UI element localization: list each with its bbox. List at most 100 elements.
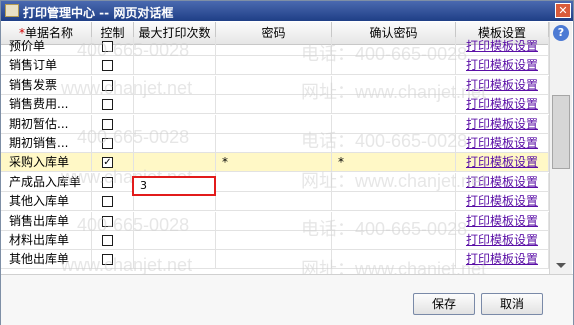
control-checkbox[interactable] (102, 235, 113, 246)
control-cell (92, 56, 134, 76)
control-checkbox[interactable] (102, 118, 113, 130)
password-cell[interactable] (216, 192, 332, 212)
doc-name-cell: 销售费用... (1, 95, 92, 115)
table-row[interactable]: 销售费用... 打印模板设置 (1, 95, 549, 115)
table-row[interactable]: 其他入库单 打印模板设置 (1, 192, 549, 212)
table-row[interactable]: 期初暂估... 打印模板设置 (1, 114, 549, 134)
template-settings-cell: 打印模板设置 (456, 250, 549, 270)
confirm-password-cell[interactable] (332, 250, 456, 270)
doc-name-cell: 销售发票 (1, 75, 92, 95)
scroll-down-icon[interactable] (556, 263, 566, 268)
scrollbar-thumb[interactable] (552, 95, 570, 169)
table-row[interactable]: 预价单 打印模板设置 (1, 37, 549, 56)
password-cell[interactable] (216, 172, 332, 192)
template-settings-cell: 打印模板设置 (456, 172, 549, 192)
max-prints-cell[interactable] (134, 250, 216, 270)
control-checkbox[interactable] (102, 176, 113, 188)
print-template-link[interactable]: 打印模板设置 (466, 117, 538, 131)
print-template-link[interactable]: 打印模板设置 (466, 175, 538, 189)
print-template-link[interactable]: 打印模板设置 (466, 252, 538, 266)
max-prints-cell[interactable] (134, 75, 216, 95)
confirm-password-cell[interactable] (332, 134, 456, 153)
max-prints-cell[interactable] (134, 95, 216, 115)
title-bar: 打印管理中心 -- 网页对话框 ✕ (1, 1, 573, 21)
table-row[interactable]: 产成品入库单 打印模板设置 (1, 172, 549, 192)
control-checkbox[interactable] (102, 99, 113, 111)
confirm-password-cell[interactable] (332, 75, 456, 95)
control-checkbox[interactable] (102, 60, 113, 72)
control-checkbox[interactable]: ✓ (102, 157, 113, 169)
control-cell (92, 172, 134, 192)
print-template-link[interactable]: 打印模板设置 (466, 58, 538, 72)
confirm-password-cell[interactable] (332, 114, 456, 134)
confirm-password-cell[interactable] (332, 95, 456, 115)
window-title: 打印管理中心 -- 网页对话框 (23, 6, 174, 20)
print-template-link[interactable]: 打印模板设置 (466, 155, 538, 169)
max-prints-cell[interactable] (134, 134, 216, 153)
control-checkbox[interactable] (102, 254, 113, 266)
table-row[interactable]: 材料出库单 打印模板设置 (1, 231, 549, 250)
max-prints-cell[interactable] (134, 153, 216, 173)
template-settings-cell: 打印模板设置 (456, 95, 549, 115)
print-template-link[interactable]: 打印模板设置 (466, 136, 538, 150)
vertical-scrollbar[interactable]: ? (549, 22, 572, 274)
save-button[interactable]: 保存 (413, 293, 475, 315)
print-template-link[interactable]: 打印模板设置 (466, 39, 538, 53)
table-row[interactable]: 销售订单 打印模板设置 (1, 56, 549, 76)
confirm-password-cell[interactable] (332, 211, 456, 231)
table-row[interactable]: 其他出库单 打印模板设置 (1, 250, 549, 270)
confirm-password-cell[interactable] (332, 56, 456, 76)
control-checkbox[interactable] (102, 215, 113, 227)
max-prints-cell[interactable] (134, 231, 216, 250)
template-settings-cell: 打印模板设置 (456, 37, 549, 56)
close-icon[interactable]: ✕ (555, 3, 571, 18)
print-template-link[interactable]: 打印模板设置 (466, 233, 538, 247)
help-icon[interactable]: ? (553, 25, 569, 41)
control-checkbox[interactable] (102, 41, 113, 52)
template-settings-cell: 打印模板设置 (456, 134, 549, 153)
dialog-window: 打印管理中心 -- 网页对话框 ✕ *单据名称 控制 最大打印次数 密码 确认密… (0, 0, 574, 325)
print-template-link[interactable]: 打印模板设置 (466, 194, 538, 208)
confirm-password-cell[interactable] (332, 192, 456, 212)
password-cell[interactable] (216, 250, 332, 270)
template-settings-cell: 打印模板设置 (456, 75, 549, 95)
table-row[interactable]: 期初销售... 打印模板设置 (1, 134, 549, 153)
confirm-password-cell[interactable] (332, 37, 456, 56)
control-cell (92, 250, 134, 270)
control-checkbox[interactable] (102, 196, 113, 208)
print-template-link[interactable]: 打印模板设置 (466, 97, 538, 111)
control-checkbox[interactable] (102, 138, 113, 149)
password-cell[interactable] (216, 56, 332, 76)
control-cell (92, 231, 134, 250)
cancel-button[interactable]: 取消 (481, 293, 543, 315)
confirm-password-cell[interactable] (332, 231, 456, 250)
password-cell[interactable] (216, 95, 332, 115)
confirm-password-cell[interactable]: * (332, 153, 456, 173)
print-settings-grid: *单据名称 控制 最大打印次数 密码 确认密码 模板设置 预价单 打印模板设置 销售… (1, 22, 549, 274)
max-prints-cell[interactable] (134, 37, 216, 56)
print-template-link[interactable]: 打印模板设置 (466, 78, 538, 92)
max-prints-cell[interactable] (134, 56, 216, 76)
password-cell[interactable]: * (216, 153, 332, 173)
template-settings-cell: 打印模板设置 (456, 114, 549, 134)
password-cell[interactable] (216, 37, 332, 56)
table-row[interactable]: 销售发票 打印模板设置 (1, 75, 549, 95)
password-cell[interactable] (216, 231, 332, 250)
table-row[interactable]: 销售出库单 打印模板设置 (1, 211, 549, 231)
password-cell[interactable] (216, 134, 332, 153)
doc-name-cell: 预价单 (1, 37, 92, 56)
doc-name-cell: 材料出库单 (1, 231, 92, 250)
password-cell[interactable] (216, 211, 332, 231)
print-template-link[interactable]: 打印模板设置 (466, 214, 538, 228)
password-cell[interactable] (216, 114, 332, 134)
password-cell[interactable] (216, 75, 332, 95)
control-cell (92, 114, 134, 134)
table-row[interactable]: 采购入库单 ✓ * * 打印模板设置 (1, 153, 549, 173)
max-prints-cell[interactable] (134, 114, 216, 134)
app-icon (5, 4, 19, 17)
confirm-password-cell[interactable] (332, 172, 456, 192)
max-prints-input[interactable]: 3 (132, 176, 216, 196)
max-prints-cell[interactable] (134, 211, 216, 231)
control-cell (92, 211, 134, 231)
control-checkbox[interactable] (102, 79, 113, 91)
